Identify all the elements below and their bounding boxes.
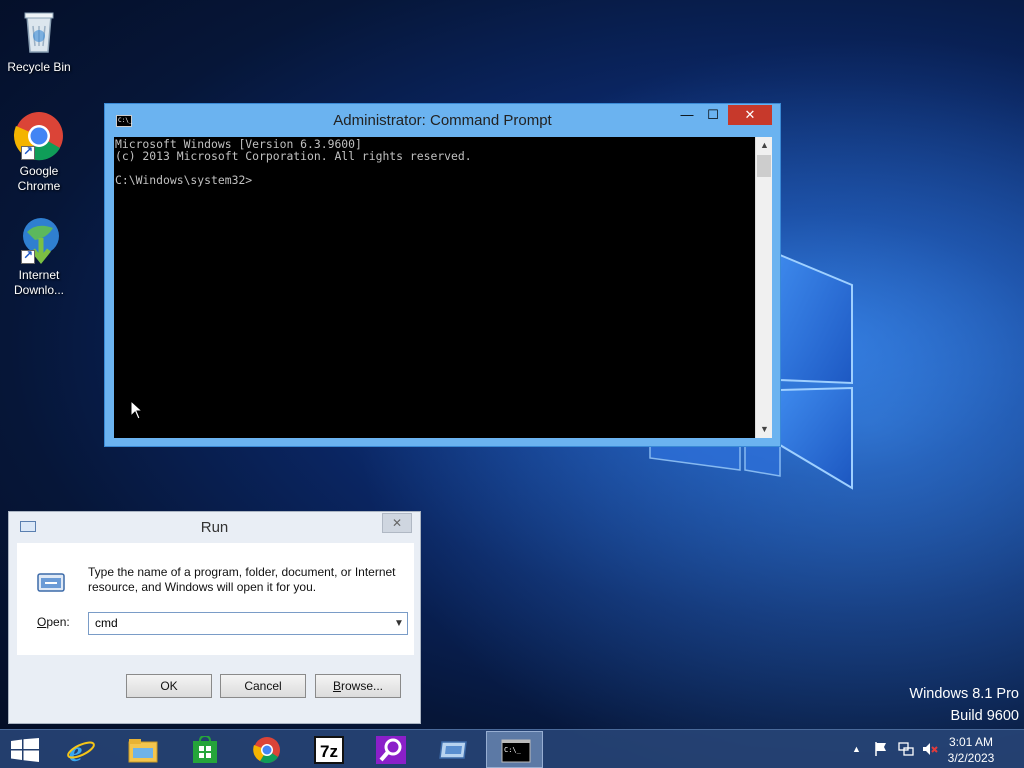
run-program-icon	[37, 573, 65, 592]
command-prompt-window[interactable]: C:\_ Administrator: Command Prompt — ☐ ✕…	[104, 103, 781, 447]
desktop-icon-label: Recycle Bin	[7, 60, 71, 74]
run-dialog[interactable]: Run ✕ Type the name of a program, folder…	[8, 511, 421, 724]
watermark-edition: Windows 8.1 Pro	[909, 686, 1019, 702]
clock-date: 3/2/2023	[947, 751, 995, 765]
taskbar: e 7z C:\_ ▲ 3:01 AM 3/2/2023	[0, 729, 1024, 768]
scroll-down-arrow-icon[interactable]: ▼	[756, 421, 773, 438]
show-hidden-icons-chevron-up-icon[interactable]: ▲	[852, 744, 861, 754]
minimize-button[interactable]: —	[674, 105, 700, 125]
start-button[interactable]	[0, 731, 52, 768]
desktop-icon-internet-download-manager[interactable]: Internet Downlo...	[4, 214, 74, 298]
console-output[interactable]: Microsoft Windows [Version 6.3.9600] (c) …	[114, 137, 755, 438]
desktop-icon-google-chrome[interactable]: Google Chrome	[4, 110, 74, 194]
shortcut-arrow-icon	[21, 248, 35, 264]
store-icon	[193, 736, 217, 763]
taskbar-file-explorer[interactable]	[114, 731, 171, 768]
recycle-bin-icon	[13, 6, 65, 58]
magnifier-icon	[376, 736, 406, 764]
dialog-title: Run	[200, 519, 229, 536]
clock-time: 3:01 AM	[948, 735, 994, 749]
taskbar-google-chrome[interactable]	[238, 731, 295, 768]
command-prompt-icon: C:\_	[501, 739, 531, 763]
watermark-build: Build 9600	[950, 708, 1019, 724]
scroll-thumb[interactable]	[757, 155, 771, 177]
chrome-icon	[253, 737, 280, 764]
7-zip-icon: 7z	[314, 736, 344, 764]
chevron-down-icon[interactable]: ▼	[391, 613, 407, 634]
download-manager-icon	[13, 214, 65, 266]
shortcut-arrow-icon	[21, 144, 35, 160]
mouse-cursor-icon	[130, 400, 144, 420]
svg-text:C:\_: C:\_	[504, 746, 522, 754]
console-line: (c) 2013 Microsoft Corporation. All righ…	[115, 149, 472, 163]
taskbar-store[interactable]	[176, 731, 233, 768]
open-input[interactable]: cmd	[88, 612, 408, 635]
taskbar-internet-explorer[interactable]: e	[52, 731, 109, 768]
close-button[interactable]: ✕	[728, 105, 772, 125]
taskbar-search-app[interactable]	[362, 731, 419, 768]
ok-button[interactable]: OK	[126, 674, 212, 698]
console-prompt-line: C:\Windows\system32>	[115, 173, 253, 187]
desktop-icon-recycle-bin[interactable]: Recycle Bin	[4, 6, 74, 75]
close-button[interactable]: ✕	[382, 513, 412, 533]
run-description: Type the name of a program, folder, docu…	[88, 565, 396, 594]
browse-button[interactable]: Browse...	[315, 674, 401, 698]
maximize-button[interactable]: ☐	[700, 105, 726, 125]
taskbar-command-prompt[interactable]: C:\_	[486, 731, 543, 768]
taskbar-run-app[interactable]	[424, 731, 481, 768]
action-center-flag-icon[interactable]	[873, 741, 889, 757]
command-prompt-titlebar[interactable]: C:\_ Administrator: Command Prompt — ☐ ✕	[105, 104, 780, 137]
open-label: Open:	[37, 615, 70, 629]
scroll-up-arrow-icon[interactable]: ▲	[756, 137, 773, 154]
vertical-scrollbar[interactable]: ▲ ▼	[755, 137, 772, 438]
windows-logo-icon	[11, 738, 39, 762]
windows-watermark: Windows 8.1 Pro Build 9600	[909, 683, 1019, 727]
chrome-icon	[13, 110, 65, 162]
cancel-button[interactable]: Cancel	[220, 674, 306, 698]
run-icon	[439, 741, 467, 759]
run-dialog-content: Type the name of a program, folder, docu…	[17, 543, 414, 655]
folder-icon	[128, 739, 158, 763]
svg-text:7z: 7z	[320, 742, 338, 761]
taskbar-clock[interactable]: 3:01 AM 3/2/2023	[938, 734, 1004, 766]
desktop-icon-label: Internet Downlo...	[13, 268, 65, 297]
internet-explorer-icon: e	[67, 736, 95, 764]
desktop-icon-label: Google Chrome	[17, 164, 61, 193]
network-icon[interactable]	[898, 741, 914, 757]
volume-muted-icon[interactable]	[922, 741, 938, 757]
taskbar-7-zip[interactable]: 7z	[300, 731, 357, 768]
